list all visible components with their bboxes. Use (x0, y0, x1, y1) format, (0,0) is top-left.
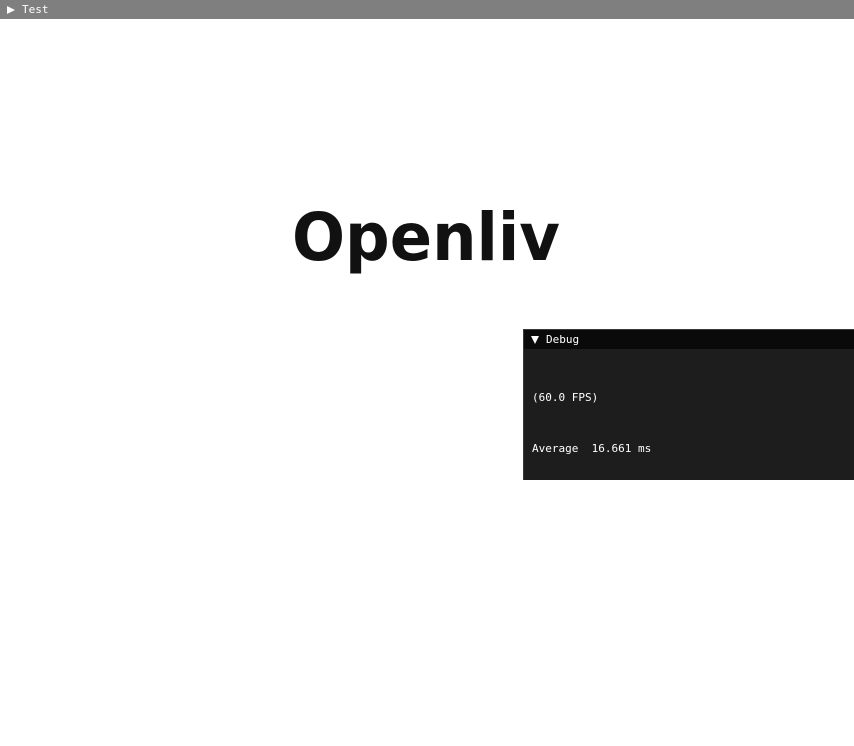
debug-window-title: Debug (546, 333, 580, 346)
gl-impl: GL Impl: Intel (532, 544, 625, 557)
debug-info: (60.0 FPS) Average 16.661 ms OpenGL: 4.6… (524, 349, 854, 746)
triangle-down-icon[interactable] (531, 335, 539, 344)
debug-window-title-bar[interactable]: Debug (524, 330, 854, 349)
graphics-card: Graphics Card: Intel(R) Iris(R) Plus Gra… (532, 595, 831, 608)
opengl-version: OpenGL: 4.6.0 - Build 27.20.100.8783 (532, 493, 771, 506)
logo-text: Openliv (292, 199, 560, 276)
openliv-logo: Openliv (292, 198, 564, 282)
fps-text: (60.0 FPS) (532, 391, 599, 404)
average-frame-time: Average 16.661 ms (532, 442, 652, 455)
shading-language: Shading Lenguaje: 4.60 - Build 27.20.100… (532, 697, 831, 710)
openliv-logo-graphic: Openliv (292, 199, 560, 276)
debug-window[interactable]: Debug (60.0 FPS) Average 16.661 ms OpenG… (523, 329, 854, 710)
test-window-title: Test (22, 3, 49, 16)
triangle-right-icon[interactable] (7, 5, 15, 14)
glew-version: GLEW: 2.1.0 (532, 646, 605, 659)
test-window-title-bar[interactable]: Test (0, 0, 854, 19)
